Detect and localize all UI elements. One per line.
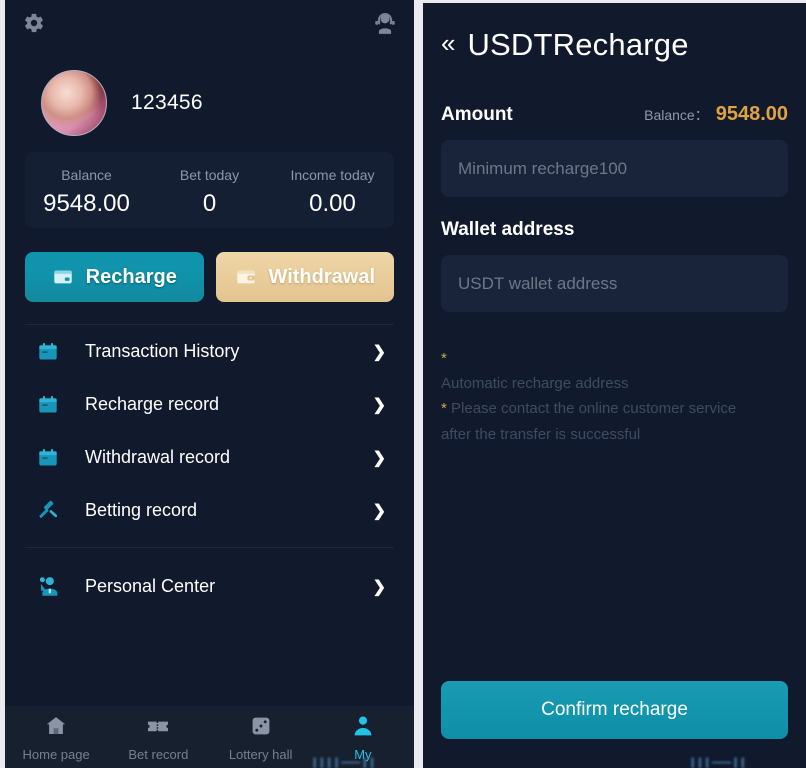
ticket-icon: [146, 714, 170, 743]
action-buttons: Recharge Withdrawal: [5, 228, 414, 302]
username: 123456: [131, 91, 203, 114]
stat-income-today: Income today 0.00: [271, 167, 394, 218]
menu-item-withdrawal-record[interactable]: Withdrawal record ❯: [25, 431, 394, 484]
calendar-icon: [37, 447, 71, 469]
calendar-icon: [37, 341, 71, 363]
user-profile-icon: [37, 575, 71, 598]
nav-item-lottery-hall[interactable]: Lottery hall: [210, 714, 312, 762]
withdrawal-button[interactable]: Withdrawal: [215, 252, 394, 302]
chevron-right-icon: ❯: [372, 449, 386, 467]
menu-item-personal-center[interactable]: Personal Center ❯: [25, 560, 394, 613]
balance-label: Balance：: [644, 107, 709, 123]
customer-service-icon[interactable]: [372, 10, 398, 36]
amount-input[interactable]: [441, 140, 788, 197]
page-title: USDTRecharge: [467, 27, 689, 62]
amount-label: Amount: [441, 104, 513, 125]
amount-field-header: Amount Balance： 9548.00: [441, 103, 788, 126]
stat-label: Income today: [290, 166, 375, 183]
card-icon: [52, 266, 74, 288]
note-star: *: [441, 350, 447, 367]
recharge-notes: * Automatic recharge address * Please co…: [441, 346, 788, 447]
menu-divider: [25, 547, 394, 548]
panel-topbar: [5, 0, 414, 46]
chevron-right-icon: ❯: [372, 502, 386, 520]
chevron-right-icon: ❯: [372, 396, 386, 414]
calendar-icon: [37, 394, 71, 416]
bottom-navigation: Home page Bet record Lottery hall My: [5, 706, 414, 768]
menu-item-label: Betting record: [85, 500, 198, 520]
stat-value: 9548.00: [43, 189, 130, 217]
recharge-button-label: Recharge: [85, 265, 177, 288]
home-icon: [44, 714, 68, 743]
confirm-recharge-button[interactable]: Confirm recharge: [441, 681, 788, 739]
nav-item-label: Lottery hall: [228, 747, 293, 762]
wallet-address-label: Wallet address: [441, 219, 575, 240]
nav-item-label: Home page: [22, 747, 90, 762]
note-line-2: * Please contact the online customer ser…: [441, 396, 788, 421]
usdt-recharge-panel: « USDTRecharge Amount Balance： 9548.00 W…: [423, 3, 806, 768]
chevron-right-icon: ❯: [372, 343, 386, 361]
stat-label: Bet today: [179, 166, 240, 183]
stats-card: Balance 9548.00 Bet today 0 Income today…: [25, 152, 394, 228]
nav-item-bet-record[interactable]: Bet record: [107, 714, 209, 762]
menu-item-label: Personal Center: [85, 576, 216, 596]
balance-value: 9548.00: [715, 103, 788, 125]
chevron-right-icon: ❯: [372, 578, 386, 596]
account-panel: 123456 Balance 9548.00 Bet today 0 Incom…: [5, 0, 414, 768]
nav-item-label: Bet record: [128, 747, 189, 762]
app-window: 123456 Balance 9548.00 Bet today 0 Incom…: [0, 0, 806, 768]
note-line-3: after the transfer is successful: [441, 425, 641, 443]
dice-icon: [249, 714, 273, 743]
note-line-2-text: Please contact the online customer servi…: [446, 400, 737, 418]
stat-balance: Balance 9548.00: [25, 167, 148, 218]
menu-item-transaction-history[interactable]: Transaction History ❯: [25, 325, 394, 378]
note-line-1: Automatic recharge address: [441, 375, 629, 393]
panel-divider: [414, 0, 423, 768]
gavel-icon: [37, 499, 71, 522]
gear-icon[interactable]: [23, 12, 45, 34]
wallet-icon: [235, 266, 257, 288]
person-icon: [351, 714, 375, 743]
note-star-line: *: [441, 346, 788, 371]
menu-list: Transaction History ❯ Recharge record ❯: [25, 324, 394, 613]
nav-item-label: My: [354, 747, 372, 762]
stat-value: 0.00: [309, 189, 356, 217]
menu-item-label: Recharge record: [85, 394, 220, 414]
nav-item-home-page[interactable]: Home page: [5, 714, 107, 762]
stat-bet-today: Bet today 0: [148, 167, 271, 218]
withdrawal-button-label: Withdrawal: [268, 265, 376, 288]
stat-value: 0: [202, 189, 217, 217]
recharge-button[interactable]: Recharge: [25, 252, 204, 302]
nav-item-my[interactable]: My: [312, 714, 414, 762]
balance-display: Balance： 9548.00: [644, 103, 788, 126]
panel-header: « USDTRecharge: [441, 3, 788, 65]
menu-item-label: Withdrawal record: [85, 447, 231, 467]
user-avatar[interactable]: [41, 70, 107, 136]
menu-item-label: Transaction History: [85, 341, 240, 361]
stat-label: Balance: [61, 166, 112, 183]
menu-item-recharge-record[interactable]: Recharge record ❯: [25, 378, 394, 431]
wallet-address-input[interactable]: [441, 255, 788, 312]
back-chevron-icon[interactable]: «: [441, 30, 455, 56]
menu-item-betting-record[interactable]: Betting record ❯: [25, 484, 394, 537]
profile-row[interactable]: 123456: [5, 46, 414, 142]
